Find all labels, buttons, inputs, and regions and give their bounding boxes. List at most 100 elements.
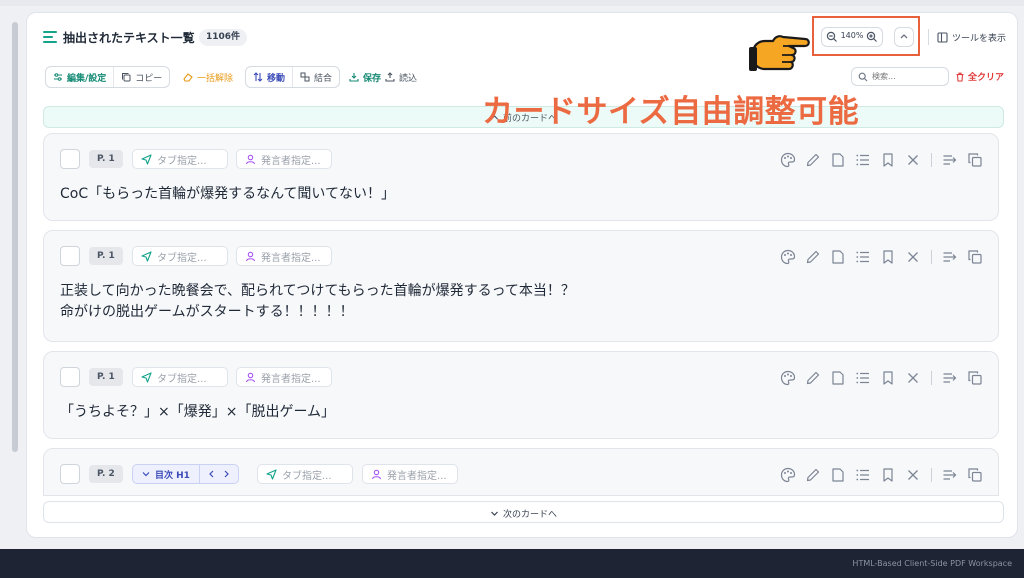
user-icon [245,154,256,164]
tab-select[interactable]: タブ指定... [132,246,228,266]
duplicate-icon[interactable] [967,370,983,386]
close-icon[interactable] [905,152,921,168]
next-card-button[interactable]: 次のカードへ [43,501,1004,523]
list-lines-icon[interactable] [855,249,871,265]
speaker-placeholder: 発言者指定... [261,252,321,264]
split-icon[interactable] [942,370,958,386]
count-badge: 1106件 [199,29,248,46]
speaker-placeholder: 発言者指定... [261,373,321,385]
show-tools-button[interactable]: ツールを表示 [937,27,1006,47]
upload-icon [385,72,395,82]
bookmark-icon[interactable] [880,370,896,386]
bookmark-icon[interactable] [880,249,896,265]
speaker-select[interactable]: 発言者指定... [236,246,332,266]
palette-icon[interactable] [780,467,796,483]
split-icon[interactable] [942,249,958,265]
left-scrollbar[interactable] [12,22,18,452]
text-card[interactable]: P. 1 タブ指定... 発言者指定... 「うちよそ？」×「爆発」×「脱出ゲー… [43,351,999,439]
overlay-caption: カードサイズ自由調整可能 [482,94,860,130]
search-input[interactable] [872,70,944,83]
bulk-release-label: 一括解除 [197,73,234,84]
zoom-in-icon[interactable] [866,31,878,43]
note-icon[interactable] [830,370,846,386]
card-checkbox[interactable] [60,149,80,169]
move-label: 移動 [267,73,286,84]
load-button[interactable]: 読込 [385,66,417,88]
palette-icon[interactable] [780,152,796,168]
close-icon[interactable] [905,370,921,386]
list-lines-icon[interactable] [855,152,871,168]
send-icon [266,468,277,480]
zoom-out-icon[interactable] [826,31,838,43]
note-icon[interactable] [830,467,846,483]
card-actions [780,151,992,169]
actions-divider [931,153,932,167]
split-icon[interactable] [942,467,958,483]
actions-divider [931,250,932,264]
footer-text: HTML-Based Client-Side PDF Workspace [852,559,1012,568]
tab-select[interactable]: タブ指定... [257,464,353,484]
actions-divider [931,468,932,482]
speaker-select[interactable]: 発言者指定... [236,367,332,387]
note-icon[interactable] [830,249,846,265]
speaker-placeholder: 発言者指定... [261,155,321,167]
bulk-release-button[interactable]: 一括解除 [183,66,233,88]
palette-icon[interactable] [780,370,796,386]
card-text[interactable]: 正装して向かった晩餐会で、配られてつけてもらった首輪が爆発するって本当！？ 命が… [60,281,575,323]
pencil-icon[interactable] [805,370,821,386]
duplicate-icon[interactable] [967,152,983,168]
send-icon [141,153,152,165]
list-lines-icon[interactable] [855,370,871,386]
tab-placeholder: タブ指定... [157,373,207,385]
card-checkbox[interactable] [60,464,80,484]
copy-button[interactable]: コピー [113,67,169,87]
note-icon[interactable] [830,152,846,168]
split-icon[interactable] [942,152,958,168]
merge-button[interactable]: 結合 [292,67,339,87]
card-checkbox[interactable] [60,367,80,387]
text-card[interactable]: P. 1 タブ指定... 発言者指定... CoC「もらった首輪が爆発するなんて… [43,133,999,221]
tab-placeholder: タブ指定... [282,470,332,482]
pencil-icon[interactable] [805,152,821,168]
speaker-select[interactable]: 発言者指定... [236,149,332,169]
send-icon [141,371,152,383]
card-actions [780,369,992,387]
close-icon[interactable] [905,467,921,483]
tab-placeholder: タブ指定... [157,252,207,264]
palette-icon[interactable] [780,249,796,265]
chevron-left-icon[interactable] [208,470,215,478]
eraser-icon [183,73,193,82]
move-icon [253,72,263,82]
pencil-icon[interactable] [805,467,821,483]
card-line: 「うちよそ？」×「爆発」×「脱出ゲーム」 [60,404,336,420]
list-icon [43,31,57,43]
move-button[interactable]: 移動 [246,67,292,87]
tab-select[interactable]: タブ指定... [132,149,228,169]
toc-heading-select[interactable]: 目次 H1 [132,464,239,484]
tab-select[interactable]: タブ指定... [132,367,228,387]
list-lines-icon[interactable] [855,467,871,483]
copy-icon [122,73,131,82]
text-card[interactable]: P. 2 目次 H1 タブ指定... 発言者指定... [43,448,999,496]
duplicate-icon[interactable] [967,249,983,265]
duplicate-icon[interactable] [967,467,983,483]
collapse-header-button[interactable] [894,27,914,47]
panel-icon [937,31,948,43]
close-icon[interactable] [905,249,921,265]
pencil-icon[interactable] [805,249,821,265]
save-label: 保存 [363,73,382,84]
card-checkbox[interactable] [60,246,80,266]
edit-settings-button[interactable]: 編集/設定 [46,67,113,87]
speaker-select[interactable]: 発言者指定... [362,464,458,484]
bookmark-icon[interactable] [880,467,896,483]
chevron-right-icon[interactable] [223,470,230,478]
card-text[interactable]: CoC「もらった首輪が爆発するなんて聞いてない！」 [60,184,395,205]
save-button[interactable]: 保存 [349,66,381,88]
bookmark-icon[interactable] [880,152,896,168]
text-card[interactable]: P. 1 タブ指定... 発言者指定... 正装して向かった晩餐会で、配られてつ… [43,230,999,342]
toc-label: 目次 H1 [155,470,190,481]
card-text[interactable]: 「うちよそ？」×「爆発」×「脱出ゲーム」 [60,402,335,423]
copy-label: コピー [135,73,163,84]
clear-all-button[interactable]: 全クリア [955,67,1004,86]
search-box [851,67,949,86]
